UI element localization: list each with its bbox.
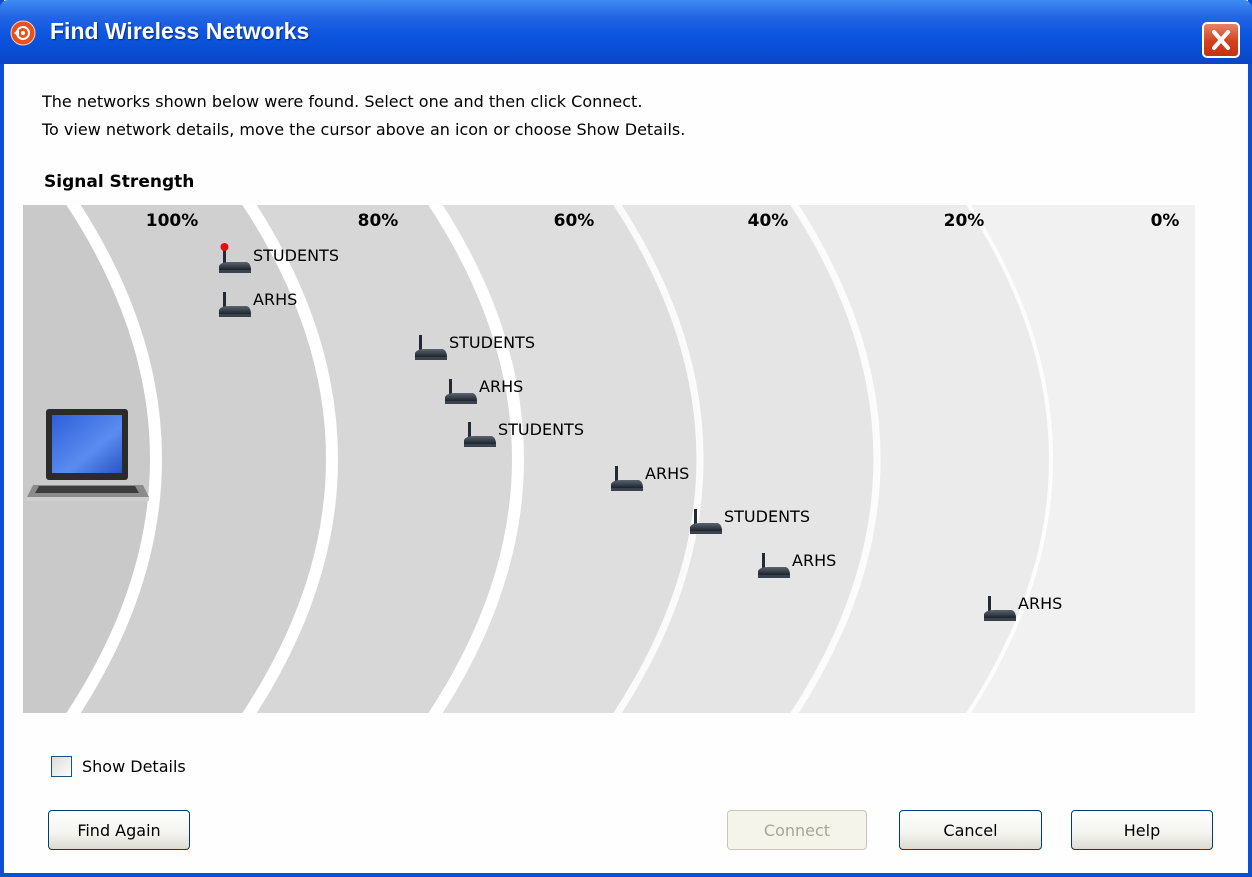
access-point-icon xyxy=(690,509,722,534)
network-name: ARHS xyxy=(253,290,298,309)
intro-line-2: To view network details, move the cursor… xyxy=(42,120,686,139)
window-title: Find Wireless Networks xyxy=(50,18,310,44)
access-point-icon xyxy=(415,335,447,360)
laptop-icon xyxy=(27,409,149,501)
signal-strength-label: Signal Strength xyxy=(44,172,195,192)
show-details-checkbox[interactable] xyxy=(51,756,72,777)
access-point-icon xyxy=(611,466,643,491)
help-label: Help xyxy=(1123,820,1161,840)
intro-text: The networks shown below were found. Sel… xyxy=(42,88,685,144)
network-name: STUDENTS xyxy=(724,507,810,526)
cancel-label: Cancel xyxy=(943,820,998,840)
signal-strength-map xyxy=(23,205,1195,713)
help-button[interactable]: Help xyxy=(1071,810,1213,850)
cancel-button[interactable]: Cancel xyxy=(899,810,1042,850)
close-button[interactable] xyxy=(1202,22,1240,58)
title-bar[interactable]: Find Wireless Networks xyxy=(0,0,1252,64)
access-point-icon xyxy=(758,553,790,578)
show-details-label[interactable]: Show Details xyxy=(82,757,186,776)
wireless-app-icon xyxy=(10,20,36,46)
network-name: ARHS xyxy=(479,377,524,396)
connect-label: Connect xyxy=(763,820,831,840)
signal-scale-label: 80% xyxy=(357,211,399,231)
intro-line-1: The networks shown below were found. Sel… xyxy=(42,92,643,111)
access-point-icon xyxy=(445,379,477,404)
signal-scale-label: 60% xyxy=(553,211,595,231)
network-name: STUDENTS xyxy=(253,246,339,265)
network-name: ARHS xyxy=(792,551,837,570)
access-point-icon xyxy=(219,292,251,317)
connect-button[interactable]: Connect xyxy=(727,810,867,850)
access-point-icon xyxy=(464,422,496,447)
signal-scale-label: 0% xyxy=(1150,211,1180,231)
find-again-label: Find Again xyxy=(77,820,161,840)
signal-scale-label: 100% xyxy=(145,211,199,231)
close-icon xyxy=(1212,30,1230,50)
network-name: STUDENTS xyxy=(498,420,584,439)
access-point-icon xyxy=(219,243,251,273)
network-name: ARHS xyxy=(645,464,690,483)
signal-scale-label: 40% xyxy=(747,211,789,231)
signal-scale-label: 20% xyxy=(943,211,985,231)
network-name: ARHS xyxy=(1018,594,1063,613)
network-name: STUDENTS xyxy=(449,333,535,352)
access-point-icon xyxy=(984,596,1016,621)
find-again-button[interactable]: Find Again xyxy=(48,810,190,850)
